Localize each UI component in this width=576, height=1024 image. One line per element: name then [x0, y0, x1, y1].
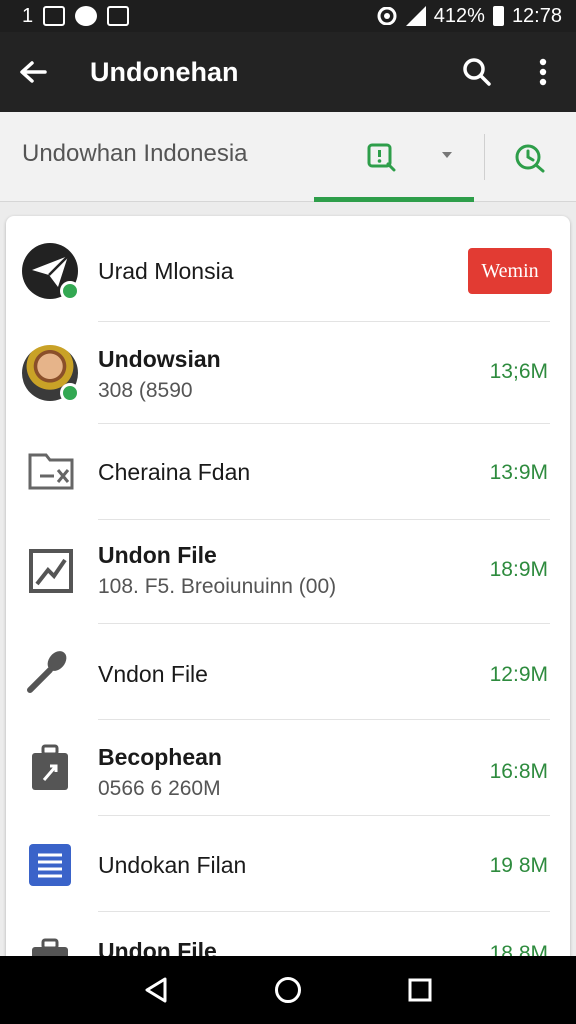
search-icon: [463, 58, 491, 86]
nav-home-button[interactable]: [258, 960, 318, 1020]
more-options-button[interactable]: [510, 32, 576, 112]
list-item[interactable]: Becophean 0566 6 260M 16:8M: [6, 720, 570, 816]
nav-recents-button[interactable]: [390, 960, 450, 1020]
battery-percent: 412%: [433, 4, 485, 27]
online-badge-icon: [60, 383, 80, 403]
item-subtitle: 308 (8590: [98, 379, 193, 402]
more-vert-icon: [539, 58, 547, 86]
nav-home-icon: [275, 977, 301, 1003]
microphone-icon: [27, 651, 67, 693]
system-nav-bar: [0, 956, 576, 1024]
filter-bar: Undowhan Indonesia: [0, 112, 576, 202]
item-title: Vndon File: [98, 661, 208, 687]
folder-move-icon: [28, 453, 74, 490]
search-button[interactable]: [444, 32, 510, 112]
item-title: Becophean: [98, 744, 222, 770]
app-notification-icon: [75, 6, 98, 26]
tab-indicator: [314, 197, 474, 202]
clock-search-icon: [515, 144, 545, 173]
item-subtitle: 0566 6 260M: [98, 777, 221, 800]
list-item[interactable]: Undokan Filan 19 8M: [6, 816, 570, 912]
avatar: [22, 243, 80, 301]
filter-label: Undowhan Indonesia: [22, 140, 248, 167]
battery-icon: [492, 6, 504, 26]
nav-back-icon: [145, 977, 167, 1003]
status-number: 1: [22, 4, 34, 27]
nav-recents-icon: [408, 978, 432, 1002]
filter-secondary-button[interactable]: [504, 136, 556, 180]
file-list-card: Urad Mlonsia Wemin Undowsian 308 (8590 1…: [6, 216, 570, 976]
item-size: 16:8M: [489, 760, 548, 783]
chevron-down-icon: [442, 152, 452, 158]
item-title: Undokan Filan: [98, 852, 247, 878]
signal-icon: [405, 6, 426, 26]
app-bar: Undonehan: [0, 32, 576, 112]
item-size: 13:9M: [489, 461, 548, 484]
item-title: Undowsian: [98, 346, 221, 372]
back-button[interactable]: [0, 32, 66, 112]
app-title: Undonehan: [90, 56, 239, 87]
item-size: 13;6M: [489, 360, 548, 383]
clock: 12:78: [511, 4, 562, 27]
list-item[interactable]: Undowsian 308 (8590 13;6M: [6, 322, 570, 424]
item-title: Urad Mlonsia: [98, 258, 234, 284]
item-size: 18:9M: [489, 558, 548, 581]
back-arrow-icon: [20, 61, 47, 83]
alert-search-icon: [367, 143, 396, 172]
filter-tab-active[interactable]: [314, 112, 474, 202]
avatar: [22, 345, 80, 403]
notification-icon: [43, 6, 66, 26]
item-size: 19 8M: [489, 854, 548, 877]
wifi-icon: [377, 7, 397, 25]
list-item[interactable]: Cheraina Fdan 13:9M: [6, 424, 570, 520]
nav-back-button[interactable]: [126, 960, 186, 1020]
list-item[interactable]: Vndon File 12:9M: [6, 624, 570, 720]
briefcase-icon: [32, 744, 68, 790]
item-subtitle: 108. F5. Breoiunuinn (00): [98, 575, 337, 598]
item-size: 12:9M: [489, 663, 548, 686]
image-notification-icon: [107, 6, 130, 26]
status-bar: 1 412% 12:78: [0, 0, 576, 32]
item-action-button[interactable]: Wemin: [468, 248, 552, 294]
list-item[interactable]: Urad Mlonsia Wemin: [6, 216, 570, 322]
item-title: Undon File: [98, 542, 217, 568]
list-item[interactable]: Undon File 108. F5. Breoiunuinn (00) 18:…: [6, 520, 570, 624]
item-title: Cheraina Fdan: [98, 459, 251, 485]
document-icon: [29, 844, 71, 886]
online-badge-icon: [60, 281, 80, 301]
chart-icon: [29, 549, 73, 593]
divider: [484, 134, 485, 180]
